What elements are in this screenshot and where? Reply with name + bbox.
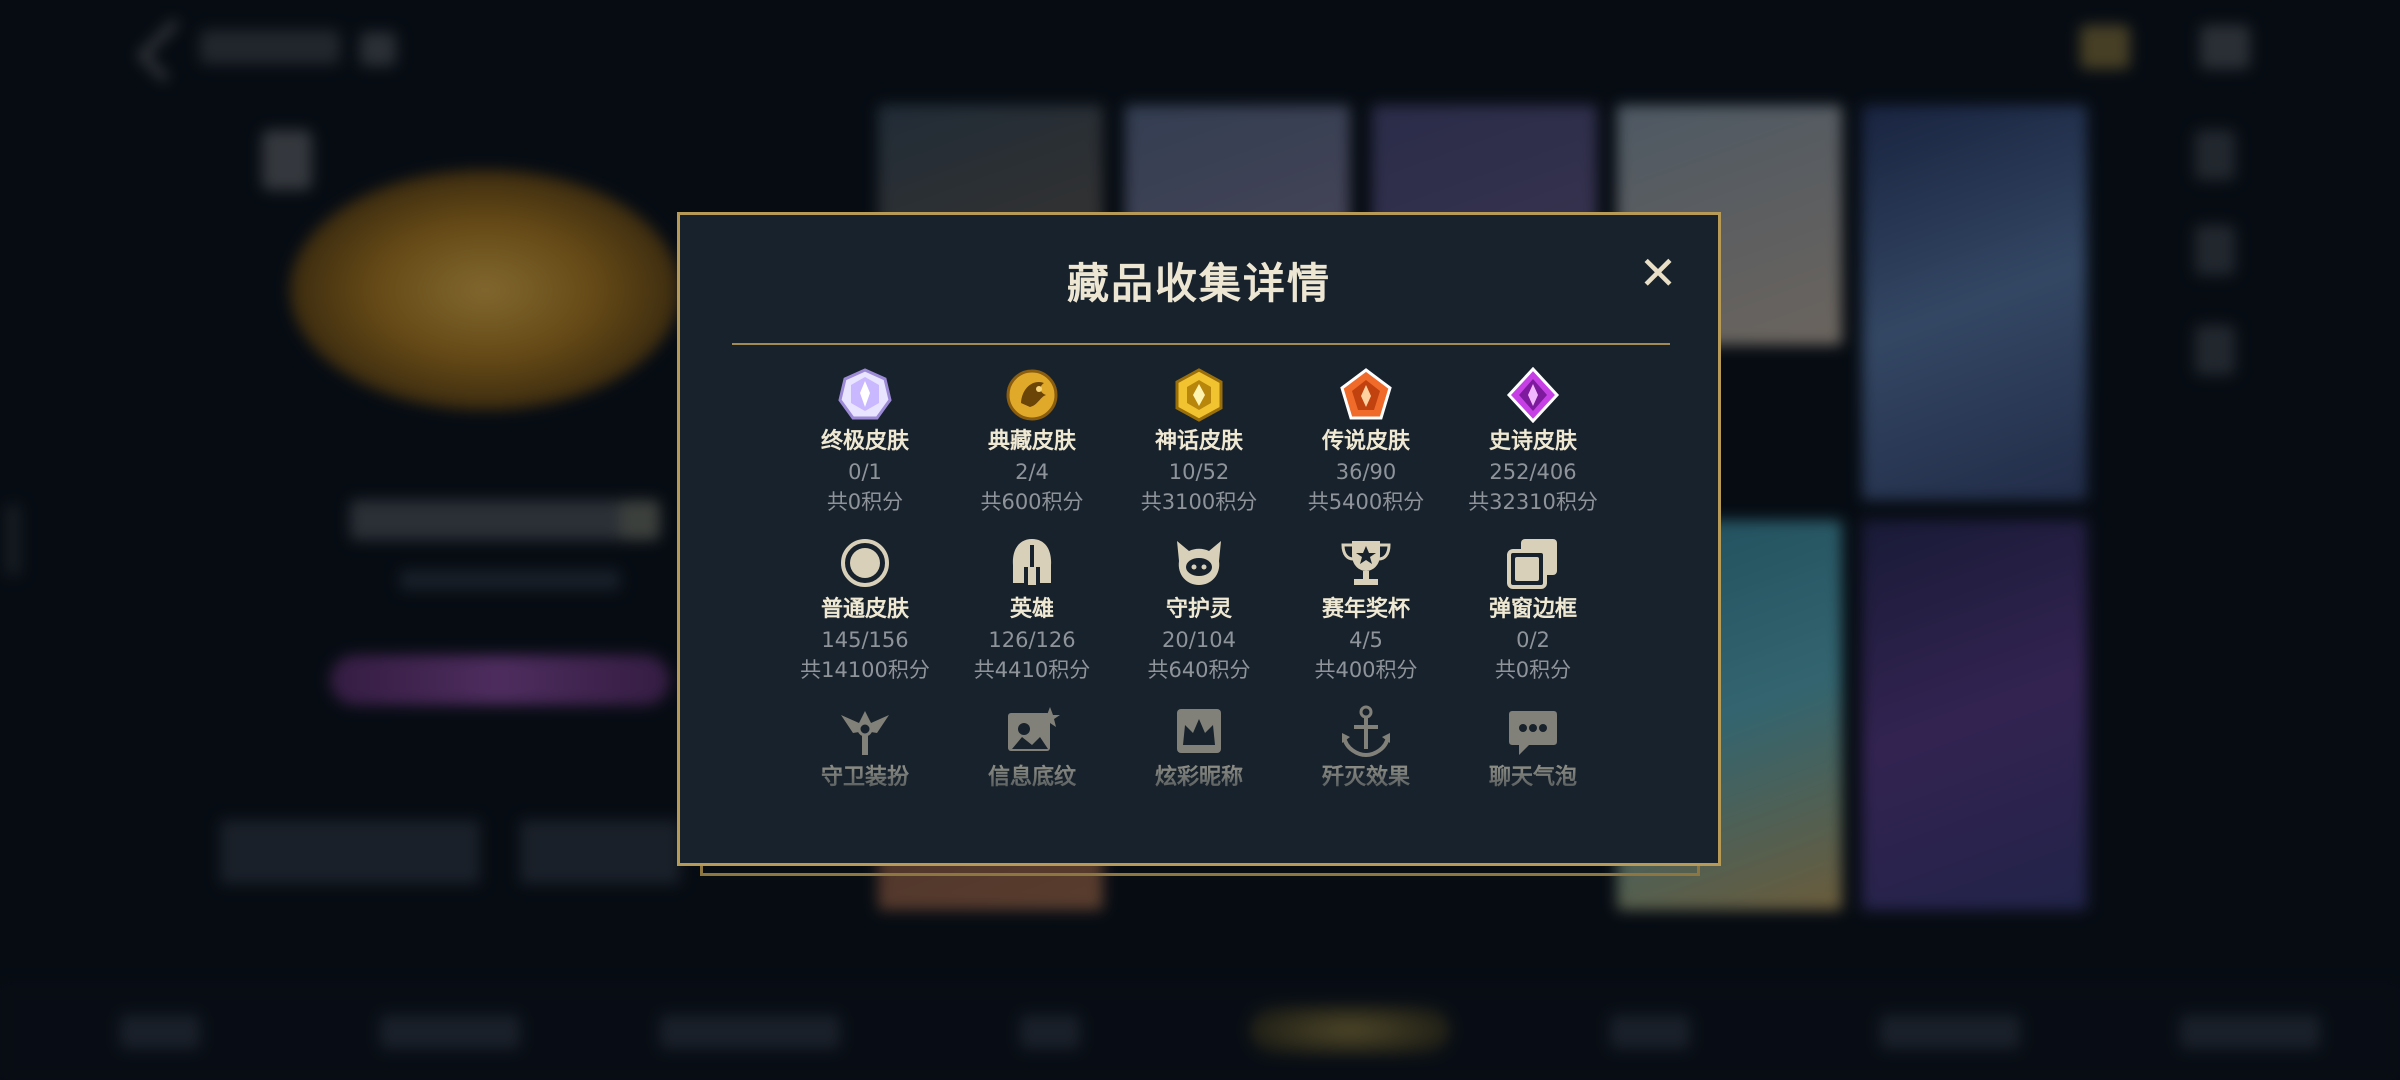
collection-item-label: 弹窗边框 — [1488, 597, 1577, 622]
collection-item[interactable]: 传说皮肤 36/90 共5400积分 — [1281, 367, 1451, 517]
collection-grid: 终极皮肤 0/1 共0积分 典藏皮肤 2/4 共600积分 神话皮肤 10/52 共3100积分… — [680, 367, 1718, 827]
collection-item-label: 典藏皮肤 — [987, 429, 1076, 454]
ward-skin-icon — [837, 703, 893, 759]
collection-item[interactable]: 守护灵 20/104 共640积分 — [1114, 535, 1284, 685]
collection-item-label: 终极皮肤 — [820, 429, 909, 454]
collection-item-points: 共640积分 — [1147, 658, 1251, 682]
collection-item-label: 史诗皮肤 — [1488, 429, 1577, 454]
collection-item[interactable]: 弹窗边框 0/2 共0积分 — [1448, 535, 1618, 685]
collection-item-points: 共0积分 — [1494, 658, 1572, 682]
hero-helmet-icon — [1004, 535, 1060, 591]
collection-item-points: 共0积分 — [826, 490, 904, 514]
collection-item-points: 共600积分 — [980, 490, 1084, 514]
chat-bubble-icon — [1505, 703, 1561, 759]
collection-item-label: 普通皮肤 — [820, 597, 909, 622]
collection-item-count: 10/52 — [1168, 460, 1230, 484]
collection-item-label: 英雄 — [1009, 597, 1054, 622]
popup-frame-icon — [1505, 535, 1561, 591]
collection-item-label: 神话皮肤 — [1154, 429, 1243, 454]
profile-background-icon — [1004, 703, 1060, 759]
mythic-skin-icon — [1171, 367, 1227, 423]
collection-item-count: 20/104 — [1162, 628, 1236, 652]
prestige-skin-icon — [1004, 367, 1060, 423]
collection-item-label: 守护灵 — [1165, 597, 1232, 622]
collection-item-points: 共4410积分 — [973, 658, 1091, 682]
scroll-fade-mask — [680, 765, 1718, 827]
close-icon[interactable]: ✕ — [1639, 246, 1678, 300]
collection-item-count: 36/90 — [1335, 460, 1397, 484]
collection-details-dialog: 藏品收集详情 ✕ 终极皮肤 0/1 共0积分 典藏皮肤 2/4 共600积分 神话皮肤 10/… — [677, 212, 1721, 866]
collection-item-count: 126/126 — [988, 628, 1076, 652]
collection-item-count: 2/4 — [1015, 460, 1049, 484]
elimination-effect-icon — [1338, 703, 1394, 759]
collection-item[interactable]: 普通皮肤 145/156 共14100积分 — [780, 535, 950, 685]
collection-item-points: 共5400积分 — [1307, 490, 1425, 514]
collection-item-count: 4/5 — [1349, 628, 1383, 652]
ultimate-skin-icon — [837, 367, 893, 423]
collection-item[interactable]: 赛年奖杯 4/5 共400积分 — [1281, 535, 1451, 685]
collection-item[interactable]: 英雄 126/126 共4410积分 — [947, 535, 1117, 685]
title-divider — [732, 343, 1670, 345]
guardian-spirit-icon — [1171, 535, 1227, 591]
collection-item-points: 共32310积分 — [1468, 490, 1598, 514]
collection-item-label: 赛年奖杯 — [1321, 597, 1410, 622]
legendary-skin-icon — [1338, 367, 1394, 423]
collection-item-count: 252/406 — [1489, 460, 1577, 484]
collection-item-count: 145/156 — [821, 628, 909, 652]
collection-item-points: 共3100积分 — [1140, 490, 1258, 514]
trophy-icon — [1338, 535, 1394, 591]
normal-skin-icon — [837, 535, 893, 591]
collection-item-label: 传说皮肤 — [1321, 429, 1410, 454]
collection-item-points: 共400积分 — [1314, 658, 1418, 682]
colorful-nickname-icon — [1171, 703, 1227, 759]
collection-item-count: 0/2 — [1516, 628, 1550, 652]
collection-item-points: 共14100积分 — [800, 658, 930, 682]
modal-shadow-edge — [700, 866, 1700, 876]
collection-item[interactable]: 史诗皮肤 252/406 共32310积分 — [1448, 367, 1618, 517]
epic-skin-icon — [1505, 367, 1561, 424]
close-button[interactable]: ✕ — [1638, 250, 1678, 296]
collection-item[interactable]: 神话皮肤 10/52 共3100积分 — [1114, 367, 1284, 517]
collection-item-count: 0/1 — [848, 460, 882, 484]
dialog-title: 藏品收集详情 — [1066, 259, 1331, 308]
collection-item[interactable]: 终极皮肤 0/1 共0积分 — [780, 367, 950, 517]
collection-item[interactable]: 典藏皮肤 2/4 共600积分 — [947, 367, 1117, 517]
